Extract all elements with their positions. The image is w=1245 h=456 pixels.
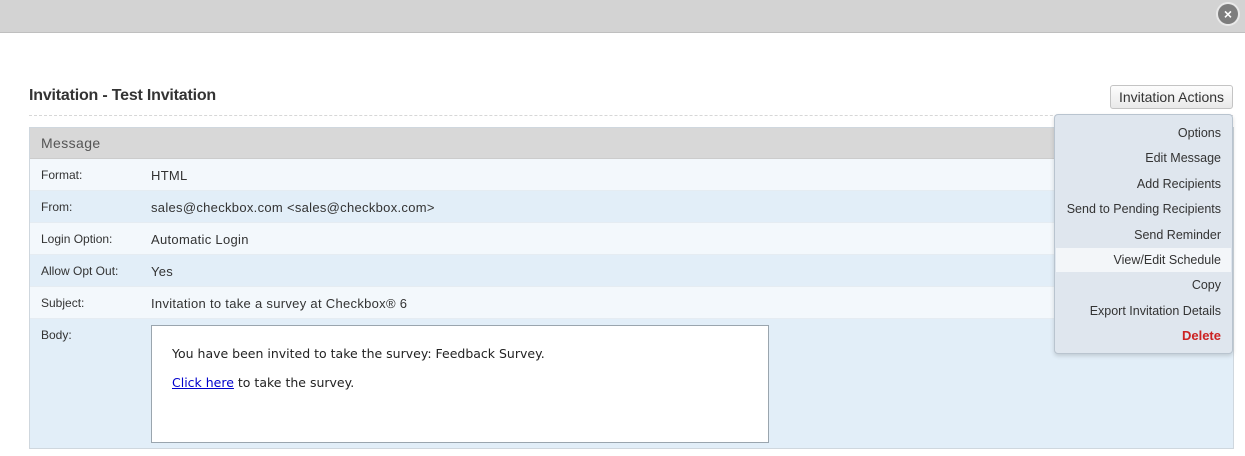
subject-value: Invitation to take a survey at Checkbox®… — [151, 296, 408, 311]
from-value: sales@checkbox.com <sales@checkbox.com> — [151, 200, 435, 215]
message-panel-header: Message — [30, 128, 1233, 159]
body-label: Body: — [41, 328, 72, 342]
invitation-actions-button[interactable]: Invitation Actions — [1110, 85, 1233, 109]
click-here-link[interactable]: Click here — [172, 375, 234, 390]
menu-item-copy[interactable]: Copy — [1056, 273, 1231, 297]
menu-item-send-reminder[interactable]: Send Reminder — [1056, 223, 1231, 247]
menu-item-options[interactable]: Options — [1056, 121, 1231, 145]
message-body-preview: You have been invited to take the survey… — [151, 325, 769, 443]
menu-item-add-recipients[interactable]: Add Recipients — [1056, 172, 1231, 196]
login-option-value: Automatic Login — [151, 232, 249, 247]
close-icon[interactable]: × — [1218, 4, 1238, 24]
body-line-invited: You have been invited to take the survey… — [172, 346, 545, 361]
message-row-subject: Subject: Invitation to take a survey at … — [30, 287, 1233, 319]
message-row-format: Format: HTML — [30, 159, 1233, 191]
message-row-body: Body: You have been invited to take the … — [30, 319, 1233, 448]
title-divider — [29, 115, 1233, 116]
body-line-link: Click here to take the survey. — [172, 375, 768, 390]
from-label: From: — [41, 200, 73, 214]
subject-label: Subject: — [41, 296, 85, 310]
menu-item-export-details[interactable]: Export Invitation Details — [1056, 299, 1231, 323]
message-row-login-option: Login Option: Automatic Login — [30, 223, 1233, 255]
menu-item-view-edit-schedule[interactable]: View/Edit Schedule — [1056, 248, 1231, 272]
allow-opt-out-label: Allow Opt Out: — [41, 264, 119, 278]
message-row-from: From: sales@checkbox.com <sales@checkbox… — [30, 191, 1233, 223]
menu-item-delete[interactable]: Delete — [1056, 324, 1231, 348]
message-row-allow-opt-out: Allow Opt Out: Yes — [30, 255, 1233, 287]
page-title: Invitation - Test Invitation — [29, 87, 216, 104]
menu-item-edit-message[interactable]: Edit Message — [1056, 146, 1231, 170]
modal-top-bar: × — [0, 0, 1245, 33]
body-link-suffix: to take the survey. — [233, 375, 355, 390]
invitation-actions-menu: Options Edit Message Add Recipients Send… — [1054, 114, 1233, 354]
menu-item-send-to-pending[interactable]: Send to Pending Recipients — [1056, 197, 1231, 221]
format-label: Format: — [41, 168, 83, 182]
login-option-label: Login Option: — [41, 232, 113, 246]
allow-opt-out-value: Yes — [151, 264, 174, 279]
format-value: HTML — [151, 168, 188, 183]
